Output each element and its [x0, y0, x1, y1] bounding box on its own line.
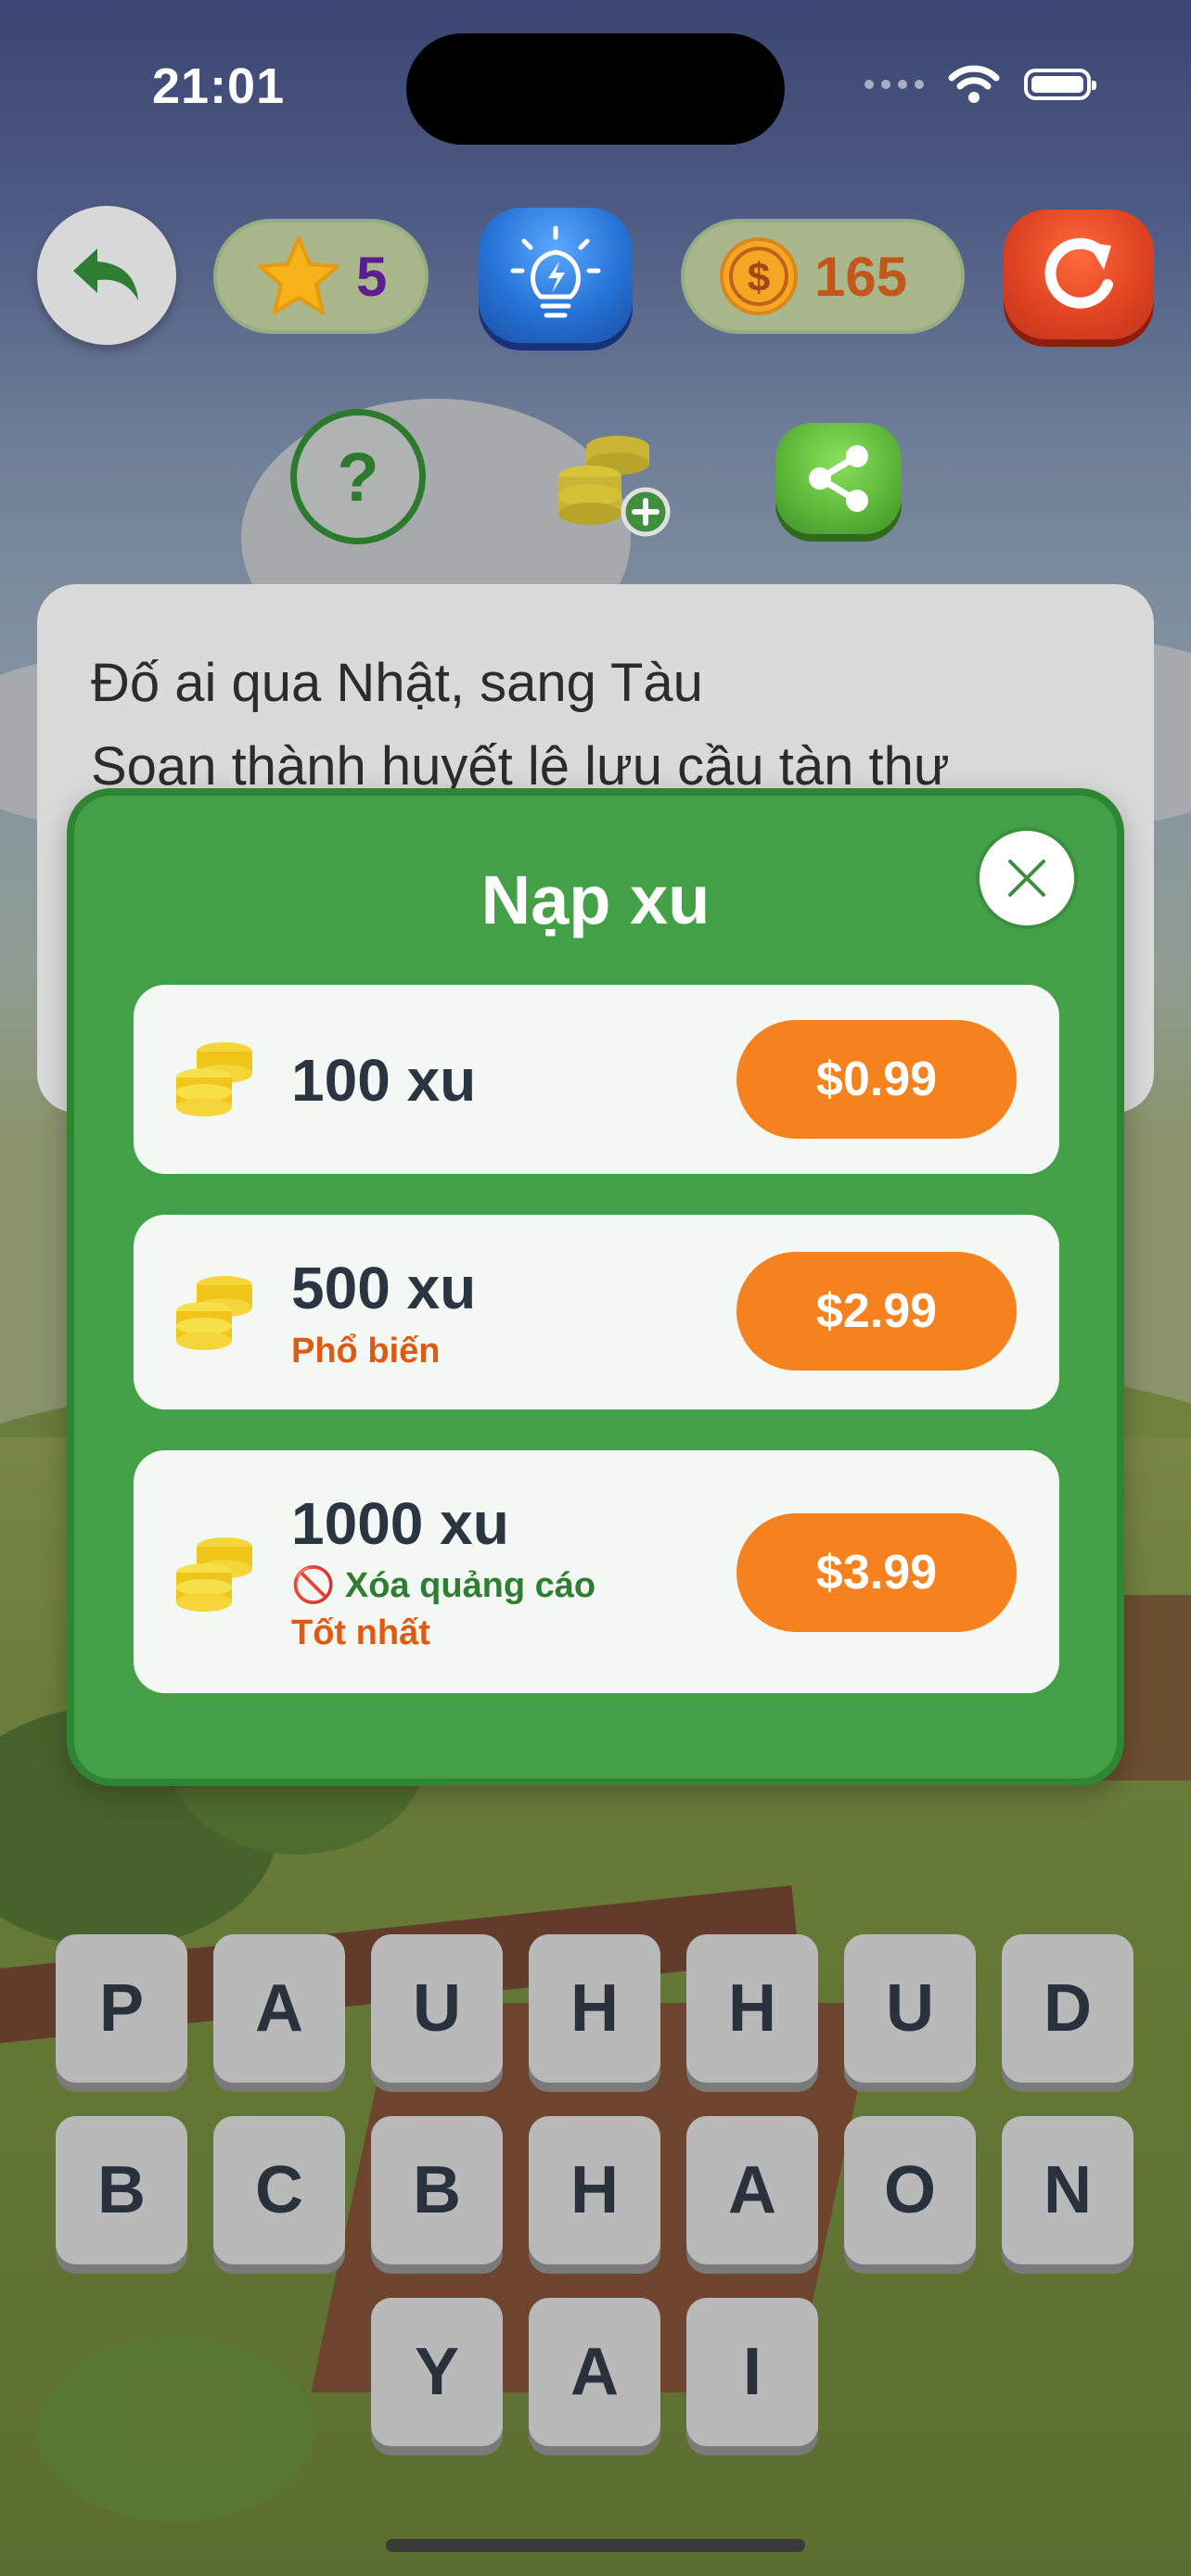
letter-key[interactable]: N — [1002, 2116, 1133, 2264]
letter-key[interactable]: B — [56, 2116, 187, 2264]
help-button[interactable]: ? — [290, 409, 426, 544]
coins-plus-icon — [558, 436, 671, 537]
letter-key[interactable]: A — [686, 2116, 818, 2264]
letter-key[interactable]: Y — [371, 2298, 503, 2446]
coin-stack-icon — [176, 1276, 252, 1350]
modal-title: Nạp xu — [480, 861, 711, 938]
stars-counter: 5 — [213, 219, 429, 334]
pack-tag-popular: Phổ biến — [291, 1332, 441, 1371]
letter-key[interactable]: P — [56, 1934, 187, 2083]
coin-pack-500: 500 xu Phổ biến $2.99 — [134, 1215, 1059, 1409]
coin-pack-1000: 1000 xu 🚫 Xóa quảng cáo Tốt nhất $3.99 — [134, 1450, 1059, 1693]
close-icon — [1008, 860, 1045, 897]
share-button[interactable] — [775, 423, 902, 534]
letter-key[interactable]: I — [686, 2298, 818, 2446]
lightbulb-icon — [510, 225, 601, 318]
pack-name: 100 xu — [291, 1047, 477, 1114]
question-line-1: Đố ai qua Nhật, sang Tàu — [91, 653, 703, 713]
letter-key[interactable]: C — [213, 2116, 345, 2264]
wifi-icon — [948, 65, 1000, 103]
coin-pack-100: 100 xu $0.99 — [134, 985, 1059, 1174]
home-indicator — [386, 2539, 805, 2552]
letter-key[interactable]: A — [529, 2298, 660, 2446]
pack-benefit-remove-ads: 🚫 Xóa quảng cáo — [291, 1566, 596, 1605]
coin-stack-icon — [176, 1537, 252, 1612]
buy-coins-button[interactable] — [553, 428, 673, 540]
refresh-icon — [1044, 237, 1113, 309]
coins-counter: $ 165 — [681, 219, 965, 334]
battery-icon — [1024, 69, 1096, 100]
buy-coins-modal: Nạp xu 100 xu $0.99 500 xu Phổ biến $2.9… — [67, 788, 1124, 1786]
status-icons — [864, 65, 1096, 104]
back-button[interactable] — [37, 206, 176, 345]
pack-tag-best: Tốt nhất — [291, 1613, 430, 1652]
back-arrow-icon — [73, 249, 138, 300]
letter-key[interactable]: D — [1002, 1934, 1133, 2083]
reset-button[interactable] — [1004, 210, 1154, 339]
letter-key[interactable]: H — [529, 2116, 660, 2264]
letter-key[interactable]: U — [844, 1934, 976, 2083]
question-mark-icon: ? — [337, 438, 379, 516]
pack-name: 500 xu — [291, 1255, 477, 1321]
buy-price-button[interactable]: $0.99 — [736, 1020, 1017, 1139]
status-time: 21:01 — [152, 58, 286, 114]
letter-key[interactable]: H — [529, 1934, 660, 2083]
letter-key[interactable]: A — [213, 1934, 345, 2083]
share-icon — [809, 445, 868, 512]
letter-key[interactable]: H — [686, 1934, 818, 2083]
letter-key[interactable]: O — [844, 2116, 976, 2264]
dollar-coin-icon: $ — [720, 237, 798, 315]
coin-stack-icon — [176, 1042, 252, 1116]
buy-price-button[interactable]: $2.99 — [736, 1252, 1017, 1371]
letter-key[interactable]: U — [371, 1934, 503, 2083]
coins-count: 165 — [814, 245, 908, 308]
hint-button[interactable] — [479, 208, 633, 343]
letter-key[interactable]: B — [371, 2116, 503, 2264]
buy-price-button[interactable]: $3.99 — [736, 1513, 1017, 1632]
svg-text:$: $ — [748, 255, 770, 300]
cellular-signal-icon — [864, 80, 924, 89]
star-icon — [258, 236, 339, 314]
stars-count: 5 — [356, 245, 388, 308]
close-button[interactable] — [976, 827, 1078, 929]
pack-name: 1000 xu — [291, 1490, 509, 1557]
dynamic-island — [406, 33, 785, 145]
